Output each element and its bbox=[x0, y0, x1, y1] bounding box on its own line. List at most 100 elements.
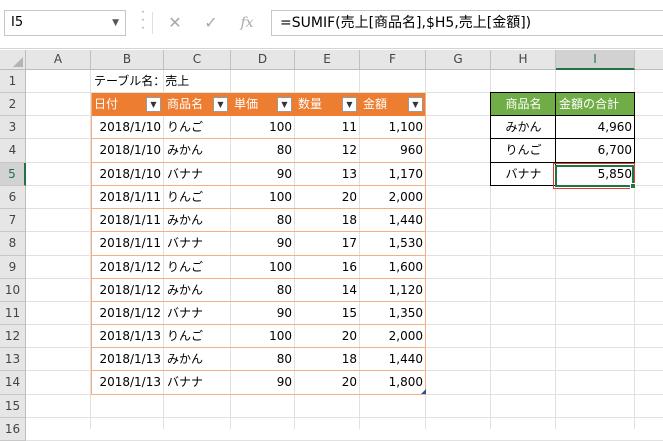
table-header-cell[interactable]: 金額 ▼ bbox=[360, 93, 426, 116]
table-cell[interactable]: 2018/1/13 bbox=[91, 371, 164, 394]
table-cell[interactable]: 11 bbox=[295, 116, 360, 139]
chevron-down-icon[interactable]: ▼ bbox=[112, 11, 119, 35]
table-cell[interactable]: バナナ bbox=[164, 302, 231, 325]
column-header-g[interactable]: G bbox=[426, 50, 491, 70]
table-cell[interactable]: 2018/1/10 bbox=[91, 139, 164, 162]
row-header-3[interactable]: 3 bbox=[0, 116, 26, 139]
cancel-icon[interactable]: ✕ bbox=[158, 10, 192, 36]
table-cell[interactable]: 2,000 bbox=[360, 186, 426, 209]
filter-dropdown-icon[interactable]: ▼ bbox=[146, 97, 161, 112]
table-cell[interactable]: 20 bbox=[295, 186, 360, 209]
table-cell[interactable]: 12 bbox=[295, 139, 360, 162]
active-cell[interactable] bbox=[555, 165, 634, 187]
table-cell[interactable]: 100 bbox=[231, 256, 295, 279]
row-header-2[interactable]: 2 bbox=[0, 93, 26, 116]
table-cell[interactable]: 1,800 bbox=[360, 371, 426, 394]
table-cell[interactable]: りんご bbox=[164, 325, 231, 348]
table-cell[interactable]: 16 bbox=[295, 256, 360, 279]
table-cell[interactable]: 2018/1/11 bbox=[91, 186, 164, 209]
column-header-e[interactable]: E bbox=[295, 50, 360, 70]
table-cell[interactable]: 100 bbox=[231, 325, 295, 348]
table-cell[interactable]: 2018/1/10 bbox=[91, 116, 164, 139]
column-header-c[interactable]: C bbox=[164, 50, 231, 70]
table-cell[interactable]: 80 bbox=[231, 139, 295, 162]
formula-input[interactable]: =SUMIF(売上[商品名],$H5,売上[金額]) bbox=[271, 10, 663, 36]
table-header-cell[interactable]: 数量 ▼ bbox=[295, 93, 360, 116]
table-cell[interactable]: 100 bbox=[231, 116, 295, 139]
row-header-15[interactable]: 15 bbox=[0, 395, 26, 418]
table-cell[interactable]: 1,170 bbox=[360, 163, 426, 186]
column-header-f[interactable]: F bbox=[360, 50, 426, 70]
filter-dropdown-icon[interactable]: ▼ bbox=[408, 97, 423, 112]
row-header-8[interactable]: 8 bbox=[0, 232, 26, 256]
row-header-7[interactable]: 7 bbox=[0, 209, 26, 232]
table-cell[interactable]: 1,440 bbox=[360, 209, 426, 232]
table-cell[interactable]: 1,350 bbox=[360, 302, 426, 325]
summary-cell[interactable]: 4,960 bbox=[556, 116, 635, 139]
table-cell[interactable]: りんご bbox=[164, 186, 231, 209]
table-resize-handle-icon[interactable] bbox=[421, 389, 426, 394]
table-cell[interactable]: 90 bbox=[231, 232, 295, 255]
table-cell[interactable]: みかん bbox=[164, 279, 231, 302]
table-cell[interactable]: 2018/1/13 bbox=[91, 348, 164, 371]
table-cell[interactable]: 2018/1/11 bbox=[91, 232, 164, 255]
row-header-14[interactable]: 14 bbox=[0, 371, 26, 395]
column-header-i[interactable]: I bbox=[556, 50, 635, 70]
summary-header-cell[interactable]: 商品名 bbox=[491, 93, 556, 116]
summary-header-cell[interactable]: 金額の合計 bbox=[556, 93, 635, 116]
name-box[interactable]: I5 ▼ bbox=[4, 10, 126, 36]
table-cell[interactable]: 1,600 bbox=[360, 256, 426, 279]
select-all-corner[interactable] bbox=[0, 50, 26, 70]
table-cell[interactable]: 1,100 bbox=[360, 116, 426, 139]
column-header-d[interactable]: D bbox=[231, 50, 295, 70]
row-header-9[interactable]: 9 bbox=[0, 256, 26, 279]
column-header-a[interactable]: A bbox=[26, 50, 91, 70]
summary-cell[interactable]: りんご bbox=[491, 139, 556, 162]
table-cell[interactable]: 100 bbox=[231, 186, 295, 209]
row-header-16[interactable]: 16 bbox=[0, 418, 26, 441]
filter-dropdown-icon[interactable]: ▼ bbox=[213, 97, 228, 112]
table-cell[interactable]: 18 bbox=[295, 348, 360, 371]
table-cell[interactable]: バナナ bbox=[164, 371, 231, 394]
row-header-10[interactable]: 10 bbox=[0, 279, 26, 302]
summary-cell[interactable]: バナナ bbox=[491, 163, 556, 186]
summary-cell[interactable]: みかん bbox=[491, 116, 556, 139]
table-cell[interactable]: 18 bbox=[295, 209, 360, 232]
table-cell[interactable]: 20 bbox=[295, 325, 360, 348]
table-cell[interactable]: 2018/1/12 bbox=[91, 279, 164, 302]
table-cell[interactable]: みかん bbox=[164, 139, 231, 162]
table-header-cell[interactable]: 商品名 ▼ bbox=[164, 93, 231, 116]
table-cell[interactable]: 1,120 bbox=[360, 279, 426, 302]
table-cell[interactable]: 2018/1/11 bbox=[91, 209, 164, 232]
table-cell[interactable]: 90 bbox=[231, 371, 295, 394]
table-cell[interactable]: バナナ bbox=[164, 163, 231, 186]
fill-handle[interactable] bbox=[630, 183, 636, 189]
table-cell[interactable]: 90 bbox=[231, 163, 295, 186]
table-cell[interactable]: 2018/1/13 bbox=[91, 325, 164, 348]
table-cell[interactable]: りんご bbox=[164, 116, 231, 139]
table-cell[interactable]: りんご bbox=[164, 256, 231, 279]
table-cell[interactable]: 17 bbox=[295, 232, 360, 255]
table-header-cell[interactable]: 単価 ▼ bbox=[231, 93, 295, 116]
column-header-next[interactable] bbox=[635, 50, 663, 70]
table-cell[interactable]: 2018/1/12 bbox=[91, 302, 164, 325]
filter-dropdown-icon[interactable]: ▼ bbox=[277, 97, 292, 112]
row-header-4[interactable]: 4 bbox=[0, 139, 26, 163]
row-header-11[interactable]: 11 bbox=[0, 302, 26, 325]
table-cell[interactable]: 13 bbox=[295, 163, 360, 186]
filter-dropdown-icon[interactable]: ▼ bbox=[342, 97, 357, 112]
table-cell[interactable]: 80 bbox=[231, 348, 295, 371]
table-cell[interactable]: 15 bbox=[295, 302, 360, 325]
table-cell[interactable]: 1,440 bbox=[360, 348, 426, 371]
row-header-6[interactable]: 6 bbox=[0, 186, 26, 209]
table-cell[interactable]: 20 bbox=[295, 371, 360, 394]
column-header-b[interactable]: B bbox=[91, 50, 164, 70]
row-header-12[interactable]: 12 bbox=[0, 325, 26, 348]
row-header-13[interactable]: 13 bbox=[0, 348, 26, 371]
table-cell[interactable]: 960 bbox=[360, 139, 426, 162]
table-header-cell[interactable]: 日付 ▼ bbox=[91, 93, 164, 116]
table-cell[interactable]: みかん bbox=[164, 348, 231, 371]
table-cell[interactable]: みかん bbox=[164, 209, 231, 232]
table-cell[interactable]: 90 bbox=[231, 302, 295, 325]
row-header-5[interactable]: 5 bbox=[0, 163, 26, 186]
